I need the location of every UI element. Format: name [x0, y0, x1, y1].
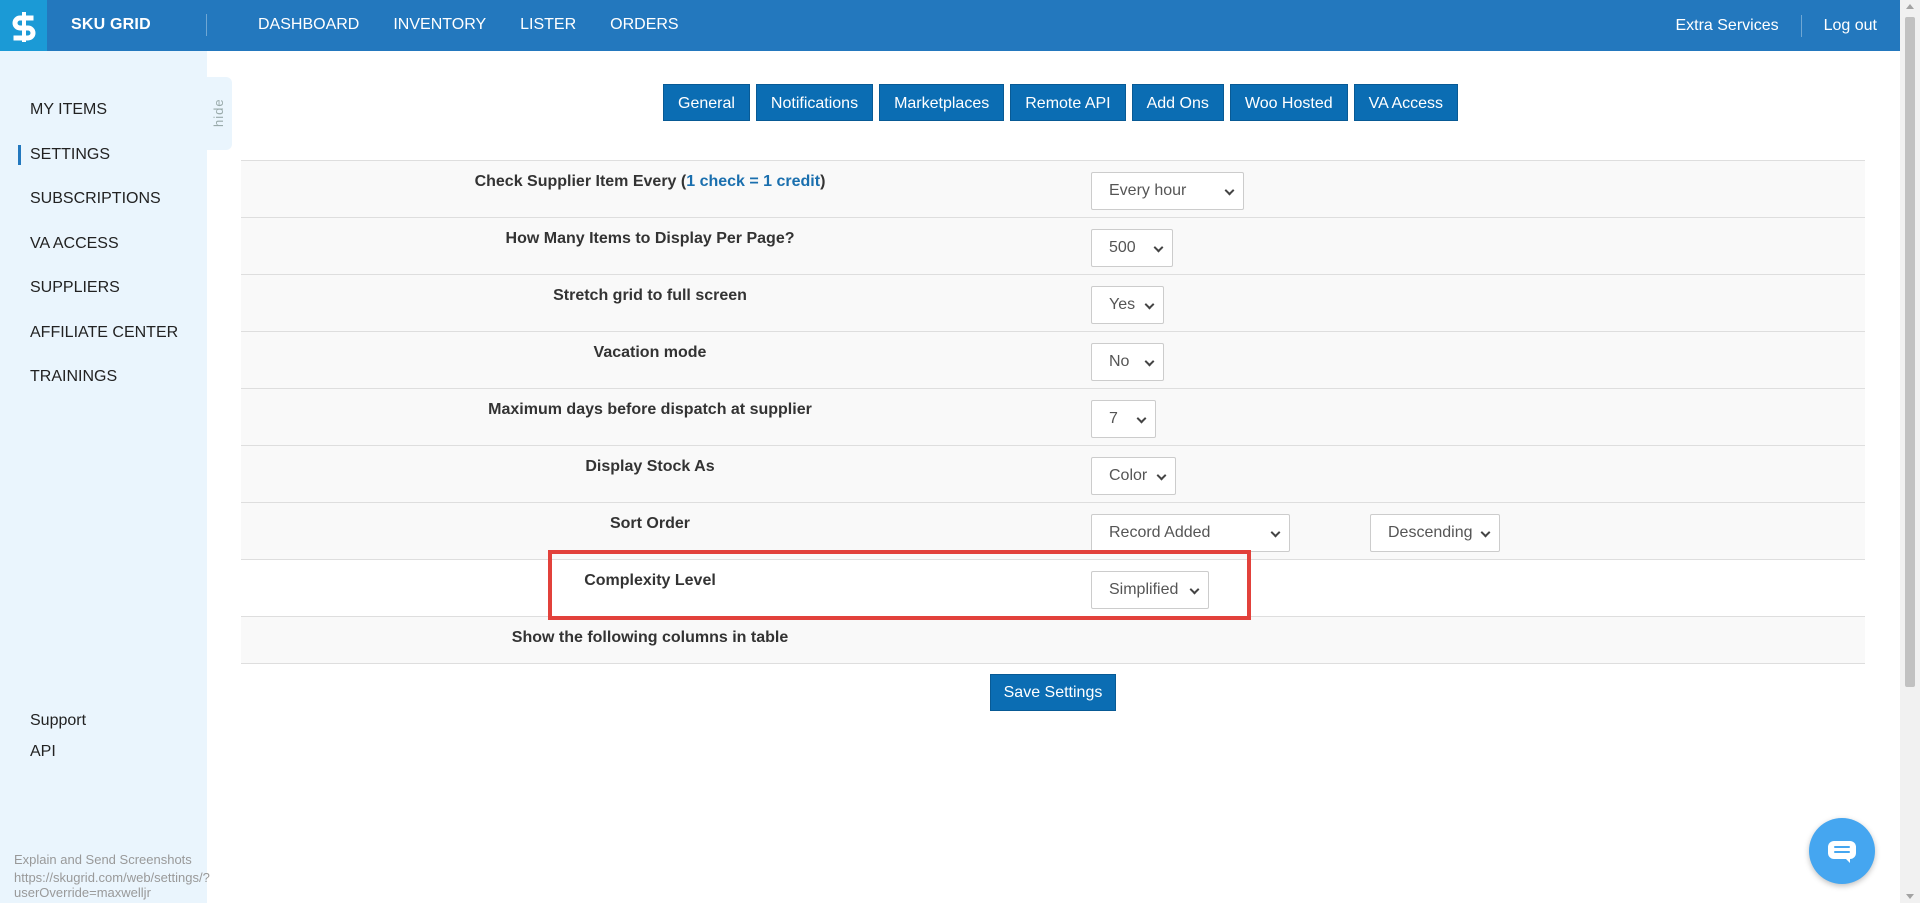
chat-icon-line — [1834, 851, 1850, 853]
tab-general[interactable]: General — [663, 84, 750, 121]
sidebar-item-trainings[interactable]: TRAININGS — [30, 368, 117, 386]
chat-icon — [1828, 841, 1856, 863]
highlight-box — [548, 550, 1251, 620]
divider — [1800, 14, 1802, 37]
divider — [206, 14, 207, 36]
sidebar-item-settings[interactable]: SETTINGS — [30, 146, 110, 164]
setting-row: How Many Items to Display Per Page? 500 — [241, 217, 1865, 274]
chat-icon-line — [1834, 846, 1850, 848]
footer-url: https://skugrid.com/web/settings/?userOv… — [14, 870, 210, 900]
select-value: Every hour — [1109, 182, 1187, 199]
setting-label: Check Supplier Item Every (1 check = 1 c… — [241, 173, 1059, 191]
check-interval-select[interactable]: Every hour — [1091, 172, 1244, 210]
tab-va-access[interactable]: VA Access — [1353, 84, 1459, 121]
select-value: Descending — [1388, 524, 1473, 541]
sidebar-api-link[interactable]: API — [30, 743, 56, 761]
items-per-page-select[interactable]: 500 — [1091, 229, 1173, 267]
hide-sidebar-toggle[interactable]: hide — [207, 77, 232, 150]
setting-label: Sort Order — [609, 515, 690, 532]
show-columns-link[interactable]: Show the following columns in table — [241, 629, 1059, 647]
setting-row: Stretch grid to full screen Yes — [241, 274, 1865, 331]
sidebar: MY ITEMS SETTINGS SUBSCRIPTIONS VA ACCES… — [0, 51, 210, 903]
chevron-down-icon — [1144, 299, 1155, 310]
dollar-logo-icon — [12, 11, 35, 42]
label-text: Check Supplier Item Every ( — [474, 173, 687, 190]
scroll-thumb[interactable] — [1905, 17, 1915, 687]
chevron-down-icon — [1144, 356, 1155, 367]
chevron-down-icon — [1270, 527, 1281, 538]
logout-link[interactable]: Log out — [1824, 17, 1877, 35]
select-value: No — [1109, 353, 1130, 370]
top-right-links: Extra Services Log out — [1675, 0, 1877, 51]
top-bar: SKU GRID DASHBOARD INVENTORY LISTER ORDE… — [0, 0, 1900, 51]
vacation-mode-select[interactable]: No — [1091, 343, 1164, 381]
select-value: Color — [1109, 467, 1148, 484]
tab-notifications[interactable]: Notifications — [755, 84, 874, 121]
tab-remote-api[interactable]: Remote API — [1010, 84, 1126, 121]
sidebar-item-my-items[interactable]: MY ITEMS — [30, 101, 107, 119]
setting-row: Display Stock As Color — [241, 445, 1865, 502]
setting-label: Display Stock As — [585, 458, 715, 475]
sidebar-item-suppliers[interactable]: SUPPLIERS — [30, 279, 120, 297]
nav-dashboard[interactable]: DASHBOARD — [258, 0, 359, 51]
stretch-grid-select[interactable]: Yes — [1091, 286, 1164, 324]
scroll-down-icon[interactable] — [1906, 894, 1914, 899]
sidebar-support-link[interactable]: Support — [30, 712, 86, 730]
logo[interactable] — [0, 0, 47, 51]
settings-tabs: General Notifications Marketplaces Remot… — [663, 84, 1464, 121]
tab-add-ons[interactable]: Add Ons — [1131, 84, 1224, 121]
page-scrollbar[interactable] — [1900, 0, 1920, 903]
chevron-down-icon — [1156, 470, 1167, 481]
nav-orders[interactable]: ORDERS — [610, 0, 678, 51]
max-days-select[interactable]: 7 — [1091, 400, 1156, 438]
sidebar-item-va-access[interactable]: VA ACCESS — [30, 235, 119, 253]
save-settings-button[interactable]: Save Settings — [990, 674, 1116, 711]
extra-services-link[interactable]: Extra Services — [1675, 17, 1778, 35]
setting-row: Maximum days before dispatch at supplier… — [241, 388, 1865, 445]
active-indicator — [18, 145, 21, 165]
select-value: Yes — [1109, 296, 1136, 313]
sidebar-item-subscriptions[interactable]: SUBSCRIPTIONS — [30, 190, 161, 208]
sidebar-item-affiliate-center[interactable]: AFFILIATE CENTER — [30, 324, 178, 342]
chevron-down-icon — [1480, 527, 1491, 538]
setting-label: How Many Items to Display Per Page? — [505, 230, 795, 247]
chat-button[interactable] — [1809, 818, 1875, 884]
credit-link[interactable]: 1 check = 1 credit — [686, 173, 820, 190]
setting-label: Vacation mode — [593, 344, 707, 361]
display-stock-select[interactable]: Color — [1091, 457, 1176, 495]
sort-direction-select[interactable]: Descending — [1370, 514, 1500, 552]
footer-note: Explain and Send Screenshots — [14, 852, 192, 867]
setting-row: Check Supplier Item Every (1 check = 1 c… — [241, 160, 1865, 217]
setting-label: Stretch grid to full screen — [553, 287, 747, 304]
nav-inventory[interactable]: INVENTORY — [393, 0, 486, 51]
setting-row: Vacation mode No — [241, 331, 1865, 388]
setting-label: Maximum days before dispatch at supplier — [488, 401, 812, 418]
setting-row: Show the following columns in table — [241, 616, 1865, 664]
select-value: 7 — [1109, 410, 1118, 427]
chevron-down-icon — [1136, 413, 1147, 424]
brand-name[interactable]: SKU GRID — [71, 0, 151, 51]
sort-field-select[interactable]: Record Added — [1091, 514, 1290, 552]
select-value: Record Added — [1109, 524, 1211, 541]
select-value: 500 — [1109, 239, 1136, 256]
label-text: ) — [820, 173, 826, 190]
tab-woo-hosted[interactable]: Woo Hosted — [1229, 84, 1348, 121]
chevron-down-icon — [1153, 242, 1164, 253]
scroll-up-icon[interactable] — [1906, 4, 1914, 9]
hide-label: hide — [211, 98, 226, 127]
tab-marketplaces[interactable]: Marketplaces — [879, 84, 1005, 121]
main-nav: DASHBOARD INVENTORY LISTER ORDERS — [258, 0, 713, 51]
nav-lister[interactable]: LISTER — [520, 0, 576, 51]
chevron-down-icon — [1224, 185, 1235, 196]
